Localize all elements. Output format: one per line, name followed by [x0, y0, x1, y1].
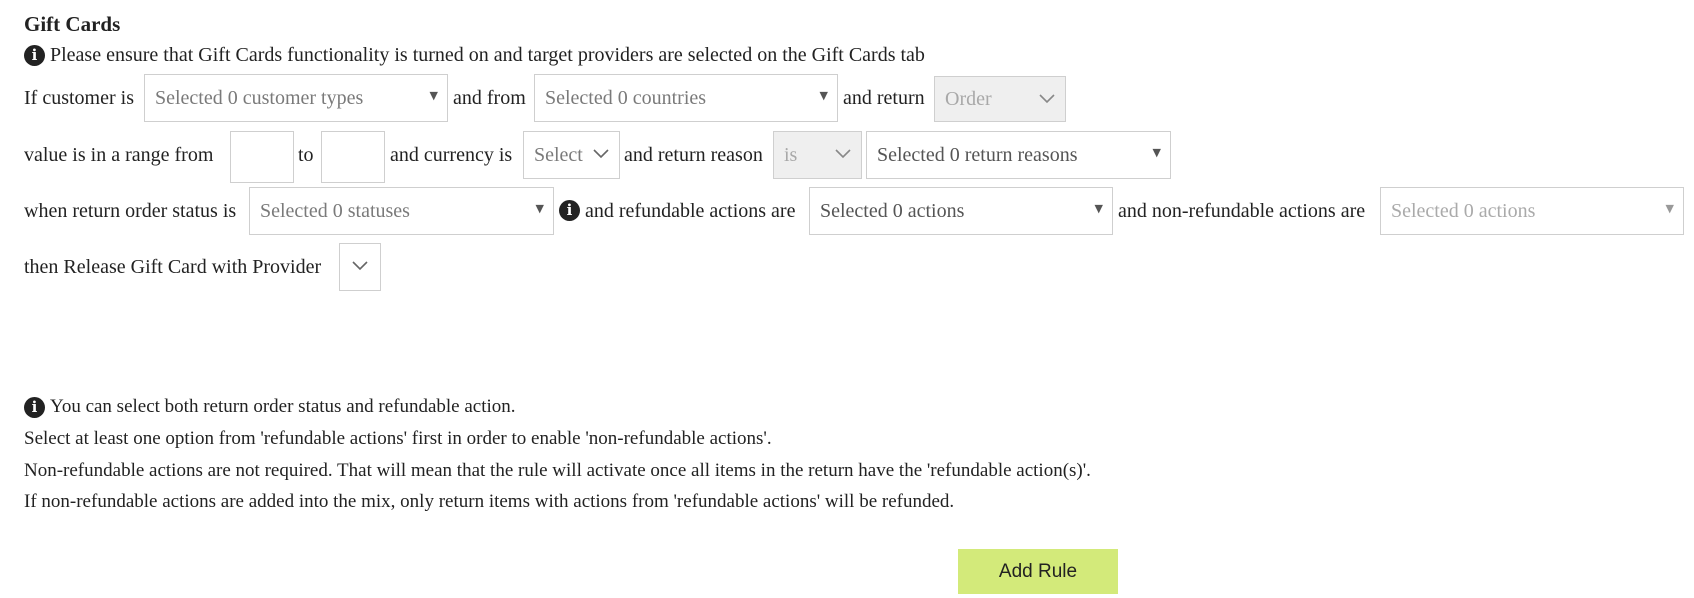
rule-row-status: when return order status is Selected 0 s…	[0, 187, 1694, 235]
help-note-4: If non-refundable actions are added into…	[24, 491, 955, 512]
triangle-down-icon: ▼	[1665, 202, 1674, 215]
section-title: Gift Cards	[24, 12, 121, 36]
label-value-range: value is in a range from	[24, 144, 214, 166]
countries-value: Selected 0 countries	[545, 86, 707, 109]
range-from-input[interactable]	[230, 131, 294, 183]
rule-row-action: then Release Gift Card with Provider	[0, 243, 1694, 291]
customer-types-value: Selected 0 customer types	[155, 86, 364, 109]
rule-row-customer: If customer is Selected 0 customer types…	[0, 74, 1694, 122]
reason-operator-select[interactable]: is	[773, 131, 862, 179]
label-and-return: and return	[843, 87, 925, 109]
add-rule-button[interactable]: Add Rule	[958, 549, 1118, 594]
range-to-input[interactable]	[321, 131, 385, 183]
chevron-down-icon	[593, 149, 609, 159]
non-refundable-actions-select[interactable]: Selected 0 actions ▼	[1380, 187, 1684, 235]
label-if-customer: If customer is	[24, 87, 134, 109]
statuses-value: Selected 0 statuses	[260, 199, 410, 222]
label-release: then Release Gift Card with Provider	[24, 256, 322, 278]
label-and-from: and from	[453, 87, 526, 109]
label-status: when return order status is	[24, 200, 237, 222]
info-circle-icon: i	[24, 45, 45, 66]
customer-types-select[interactable]: Selected 0 customer types ▼	[144, 74, 448, 122]
label-return-reason: and return reason	[624, 144, 763, 166]
statuses-select[interactable]: Selected 0 statuses ▼	[249, 187, 554, 235]
label-non-refundable: and non-refundable actions are	[1118, 200, 1366, 222]
chevron-down-icon	[1039, 94, 1055, 104]
reason-operator-value: is	[784, 143, 798, 166]
chevron-down-icon	[835, 149, 851, 159]
info-circle-icon: i	[24, 396, 45, 418]
return-type-select[interactable]: Order	[934, 76, 1066, 122]
info-notice: i Please ensure that Gift Cards function…	[24, 44, 925, 67]
info-notice-text: Please ensure that Gift Cards functional…	[50, 44, 925, 66]
return-reasons-select[interactable]: Selected 0 return reasons ▼	[866, 131, 1171, 179]
triangle-down-icon: ▼	[1152, 146, 1161, 159]
triangle-down-icon: ▼	[429, 89, 438, 102]
non-refundable-actions-value: Selected 0 actions	[1391, 199, 1536, 222]
label-currency: and currency is	[390, 144, 513, 166]
triangle-down-icon: ▼	[535, 202, 544, 215]
label-to: to	[298, 144, 314, 166]
provider-select[interactable]	[339, 243, 381, 291]
refundable-actions-select[interactable]: Selected 0 actions ▼	[809, 187, 1113, 235]
return-reasons-value: Selected 0 return reasons	[877, 143, 1078, 166]
currency-select[interactable]: Select	[523, 131, 620, 179]
return-type-value: Order	[945, 87, 992, 110]
currency-value: Select	[534, 143, 583, 166]
rule-row-value: value is in a range from to and currency…	[0, 131, 1694, 183]
help-note-text: You can select both return order status …	[50, 396, 516, 417]
countries-select[interactable]: Selected 0 countries ▼	[534, 74, 838, 122]
help-note-2: Select at least one option from 'refunda…	[24, 428, 772, 449]
triangle-down-icon: ▼	[819, 89, 828, 102]
chevron-down-icon	[352, 261, 368, 271]
help-note-3: Non-refundable actions are not required.…	[24, 460, 1091, 481]
label-refundable: and refundable actions are	[585, 200, 796, 222]
refundable-actions-value: Selected 0 actions	[820, 199, 965, 222]
triangle-down-icon: ▼	[1094, 202, 1103, 215]
help-note-1: i You can select both return order statu…	[24, 396, 516, 418]
info-circle-icon[interactable]: i	[559, 200, 580, 221]
